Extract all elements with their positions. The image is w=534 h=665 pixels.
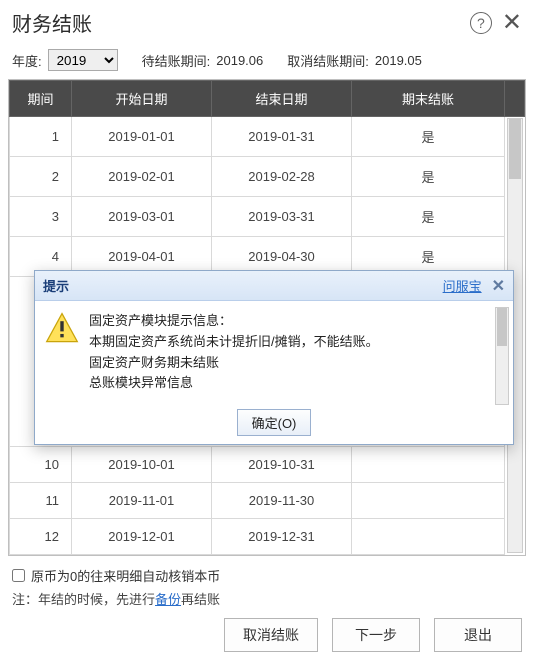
table-row[interactable]: 102019-10-012019-10-31 (10, 447, 525, 483)
cell-period: 3 (10, 197, 72, 237)
auto-writeoff-checkbox[interactable] (12, 569, 25, 582)
cell-start: 2019-12-01 (72, 519, 212, 555)
pending-value: 2019.06 (216, 53, 263, 68)
page-title: 财务结账 (12, 8, 92, 37)
cell-period: 11 (10, 483, 72, 519)
col-start: 开始日期 (72, 81, 212, 117)
dialog-ok-button[interactable]: 确定(O) (237, 409, 312, 436)
cell-end: 2019-12-31 (212, 519, 352, 555)
table-row[interactable]: 12019-01-012019-01-31是 (10, 117, 525, 157)
table-row[interactable]: 32019-03-012019-03-31是 (10, 197, 525, 237)
cell-period: 10 (10, 447, 72, 483)
cell-end: 2019-11-30 (212, 483, 352, 519)
year-select[interactable]: 2019 (48, 49, 118, 71)
col-end: 结束日期 (212, 81, 352, 117)
cell-closed: 是 (352, 117, 505, 157)
year-label: 年度: (12, 51, 42, 70)
ask-support-link[interactable]: 问服宝 (443, 276, 482, 295)
cell-end: 2019-10-31 (212, 447, 352, 483)
col-scroll-spacer (505, 81, 525, 117)
cell-closed (352, 519, 505, 555)
cell-start: 2019-02-01 (72, 157, 212, 197)
cancel-period-label: 取消结账期间: (287, 51, 369, 70)
cell-closed: 是 (352, 157, 505, 197)
cell-period: 12 (10, 519, 72, 555)
cell-start: 2019-03-01 (72, 197, 212, 237)
next-button[interactable]: 下一步 (332, 618, 420, 652)
close-icon[interactable]: ✕ (502, 11, 522, 35)
help-icon[interactable]: ? (470, 12, 492, 34)
table-row[interactable]: 22019-02-012019-02-28是 (10, 157, 525, 197)
cell-period: 1 (10, 117, 72, 157)
dialog-close-icon[interactable]: ✕ (492, 276, 505, 296)
cell-end: 2019-01-31 (212, 117, 352, 157)
footer-note: 注：年结的时候，先进行备份再结账 (12, 589, 522, 608)
cancel-close-button[interactable]: 取消结账 (224, 618, 318, 652)
cell-start: 2019-10-01 (72, 447, 212, 483)
dialog-scrollbar[interactable] (495, 307, 509, 405)
col-period: 期间 (10, 81, 72, 117)
alert-dialog: 提示 问服宝 ✕ 固定资产模块提示信息：本期固定资产系统尚未计提折旧/摊销，不能… (34, 270, 514, 445)
table-row[interactable]: 112019-11-012019-11-30 (10, 483, 525, 519)
cell-start: 2019-01-01 (72, 117, 212, 157)
cancel-period-value: 2019.05 (375, 53, 422, 68)
cell-end: 2019-03-31 (212, 197, 352, 237)
cell-start: 2019-11-01 (72, 483, 212, 519)
warning-icon (45, 311, 79, 345)
exit-button[interactable]: 退出 (434, 618, 522, 652)
pending-label: 待结账期间: (142, 51, 211, 70)
col-closed: 期末结账 (352, 81, 505, 117)
auto-writeoff-label: 原币为0的往来明细自动核销本币 (31, 566, 220, 585)
table-row[interactable]: 122019-12-012019-12-31 (10, 519, 525, 555)
filter-bar: 年度: 2019 待结账期间: 2019.06 取消结账期间: 2019.05 (0, 41, 534, 79)
cell-closed: 是 (352, 197, 505, 237)
cell-closed (352, 483, 505, 519)
backup-link[interactable]: 备份 (155, 592, 181, 607)
cell-closed (352, 447, 505, 483)
dialog-title: 提示 (43, 276, 69, 295)
cell-end: 2019-02-28 (212, 157, 352, 197)
cell-period: 2 (10, 157, 72, 197)
dialog-message: 固定资产模块提示信息：本期固定资产系统尚未计提折旧/摊销，不能结账。固定资产财务… (89, 311, 503, 405)
